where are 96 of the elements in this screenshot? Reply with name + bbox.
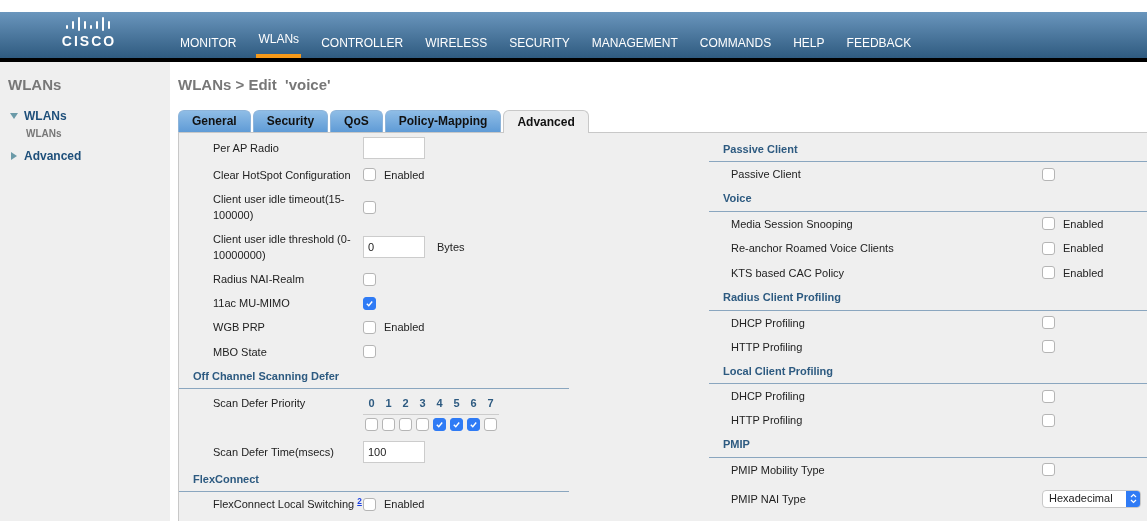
field-label: Per AP Radio bbox=[213, 141, 279, 154]
checkbox[interactable] bbox=[416, 417, 429, 431]
checkbox-label: Enabled bbox=[384, 497, 425, 512]
priority-number: 2 bbox=[401, 396, 410, 411]
field-label: 11ac MU-MIMO bbox=[213, 297, 290, 309]
nav-menu-item[interactable]: FEEDBACK bbox=[844, 34, 914, 58]
type-dropdown[interactable]: Hexadecimal bbox=[1042, 489, 1141, 508]
field-label: KTS based CAC Policy bbox=[731, 266, 845, 279]
tab[interactable]: QoS bbox=[330, 109, 383, 132]
checkbox[interactable] bbox=[1042, 167, 1055, 181]
section-heading: FlexConnect bbox=[192, 471, 260, 487]
caret-down-icon bbox=[10, 111, 18, 120]
logo-bars-icon bbox=[65, 15, 113, 31]
field-label: Scan Defer Priority bbox=[213, 397, 306, 409]
checkbox[interactable] bbox=[363, 345, 376, 358]
checkbox[interactable] bbox=[365, 417, 378, 431]
priority-number: 7 bbox=[486, 396, 495, 411]
checkbox[interactable] bbox=[363, 272, 376, 286]
checkbox[interactable] bbox=[1042, 217, 1055, 231]
section-heading: PMIP bbox=[722, 437, 751, 452]
section-heading: Local Client Profiling bbox=[722, 363, 834, 379]
nav-menu-item[interactable]: MONITOR bbox=[178, 34, 239, 58]
checkbox[interactable] bbox=[484, 417, 497, 431]
checkbox[interactable] bbox=[450, 417, 463, 431]
checkbox[interactable] bbox=[382, 417, 395, 431]
text-input[interactable] bbox=[363, 136, 425, 159]
field-label: Re-anchor Roamed Voice Clients bbox=[731, 242, 894, 255]
footnote-link[interactable]: 2 bbox=[357, 497, 362, 507]
field-label: Scan Defer Time(msecs) bbox=[213, 445, 335, 458]
checkbox-label: Enabled bbox=[1063, 216, 1104, 232]
section-heading: Voice bbox=[722, 191, 753, 206]
tree-item[interactable]: Advanced bbox=[0, 146, 170, 165]
field-label: PMIP NAI Type bbox=[731, 492, 806, 505]
sidebar-title: WLANs bbox=[7, 75, 63, 95]
tree-item[interactable]: WLANs bbox=[0, 106, 170, 125]
field-label: MBO State bbox=[213, 345, 267, 358]
nav-menu-item[interactable]: WIRELESS bbox=[423, 34, 490, 58]
priority-number: 1 bbox=[384, 396, 393, 411]
check-icon bbox=[365, 298, 374, 308]
checkbox[interactable] bbox=[1042, 241, 1055, 255]
checkbox-label: Enabled bbox=[384, 167, 425, 183]
text-input[interactable]: 100 bbox=[363, 440, 425, 463]
checkbox[interactable] bbox=[1042, 266, 1055, 280]
tree-child-item[interactable]: WLANs bbox=[0, 124, 170, 141]
page-title: WLANs > Edit 'voice' bbox=[178, 75, 332, 95]
section-heading: Off Channel Scanning Defer bbox=[192, 368, 341, 384]
checkbox[interactable] bbox=[433, 417, 446, 431]
checkbox[interactable] bbox=[1042, 413, 1055, 427]
priority-number: 4 bbox=[435, 396, 444, 411]
logo-text: CISCO bbox=[61, 32, 117, 51]
field-label: DHCP Profiling bbox=[731, 390, 805, 402]
tab[interactable]: Security bbox=[252, 109, 329, 132]
priority-number: 6 bbox=[469, 396, 478, 411]
checkbox[interactable] bbox=[363, 497, 376, 511]
section-heading: Passive Client bbox=[722, 141, 799, 157]
checkbox[interactable] bbox=[1042, 389, 1055, 403]
nav-menu-item[interactable]: CONTROLLER bbox=[319, 34, 406, 58]
field-label: Radius NAI-Realm bbox=[213, 273, 305, 285]
field-label: Media Session Snooping bbox=[731, 217, 853, 230]
checkbox[interactable] bbox=[399, 417, 412, 431]
checkbox[interactable] bbox=[363, 168, 376, 182]
tab[interactable]: Policy-Mapping bbox=[384, 109, 502, 132]
checkbox[interactable] bbox=[1042, 316, 1055, 329]
checkbox-label: Enabled bbox=[1063, 265, 1104, 281]
section-heading: Radius Client Profiling bbox=[722, 290, 842, 305]
checkbox-label: Enabled bbox=[384, 320, 425, 335]
field-label: PMIP Mobility Type bbox=[731, 463, 825, 476]
field-label: HTTP Profiling bbox=[731, 340, 803, 353]
priority-number: 5 bbox=[452, 396, 461, 411]
checkbox[interactable] bbox=[363, 320, 376, 334]
tab[interactable]: Advanced bbox=[503, 109, 589, 133]
tab[interactable]: General bbox=[178, 109, 251, 132]
checkbox[interactable] bbox=[363, 200, 376, 214]
nav-menu-item[interactable]: MANAGEMENT bbox=[589, 34, 680, 58]
field-label: Clear HotSpot Configuration bbox=[213, 168, 351, 181]
field-label: Client user idle timeout(15-100000) bbox=[213, 193, 345, 221]
text-input[interactable]: 0 bbox=[363, 236, 425, 258]
checkbox[interactable] bbox=[363, 296, 376, 310]
field-label: FlexConnect Local Switching bbox=[213, 498, 355, 511]
checkbox[interactable] bbox=[467, 417, 480, 431]
field-label: Client user idle threshold (0-10000000) bbox=[213, 233, 351, 261]
stepper-icon bbox=[1129, 493, 1137, 504]
field-label: Passive Client bbox=[731, 168, 801, 180]
field-label: WGB PRP bbox=[213, 321, 265, 334]
unit-label: Bytes bbox=[437, 239, 465, 255]
checkbox-label: Enabled bbox=[1063, 241, 1104, 256]
field-label: HTTP Profiling bbox=[731, 414, 803, 426]
priority-number: 3 bbox=[418, 396, 427, 411]
checkbox[interactable] bbox=[1042, 463, 1055, 476]
nav-menu-item[interactable]: SECURITY bbox=[507, 34, 572, 58]
field-label: DHCP Profiling bbox=[731, 316, 805, 329]
nav-menu-item[interactable]: HELP bbox=[791, 34, 827, 58]
checkbox[interactable] bbox=[1042, 340, 1055, 353]
priority-number: 0 bbox=[367, 396, 376, 411]
nav-menu-item[interactable]: COMMANDS bbox=[697, 34, 774, 58]
caret-right-icon bbox=[10, 151, 18, 160]
